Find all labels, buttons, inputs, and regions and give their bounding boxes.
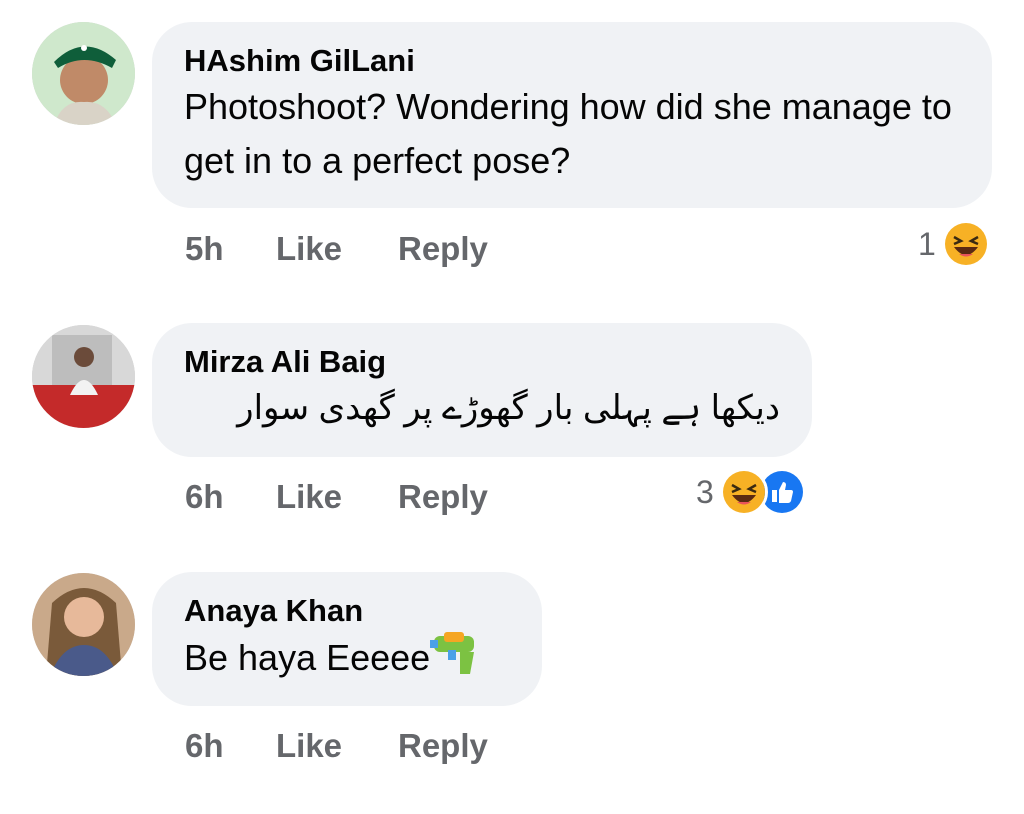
comment-timestamp[interactable]: 6h — [185, 478, 224, 516]
comment-timestamp[interactable]: 5h — [185, 230, 224, 268]
water-pistol-icon — [430, 630, 482, 676]
reaction-count: 1 — [918, 225, 936, 262]
comment-timestamp[interactable]: 6h — [185, 727, 224, 765]
like-button[interactable]: Like — [276, 230, 342, 268]
like-button[interactable]: Like — [276, 727, 342, 765]
comment-text: Photoshoot? Wondering how did she manage… — [184, 86, 952, 181]
reply-button[interactable]: Reply — [398, 478, 488, 516]
comment-bubble: Anaya Khan Be haya Eeeee — [152, 572, 542, 706]
comment-bubble: HAshim GilLani Photoshoot? Wondering how… — [152, 22, 992, 208]
avatar[interactable] — [32, 22, 135, 125]
comment-bubble: Mirza Ali Baig دیکھا ہے پہلی بار گھوڑے پ… — [152, 323, 812, 457]
avatar[interactable] — [32, 573, 135, 676]
comment-author[interactable]: Anaya Khan — [184, 592, 510, 630]
comment-author[interactable]: HAshim GilLani — [184, 42, 960, 80]
comment-text: دیکھا ہے پہلی بار گھوڑے پر گھدی سوار — [237, 389, 780, 427]
reply-button[interactable]: Reply — [398, 230, 488, 268]
reply-button[interactable]: Reply — [398, 727, 488, 765]
reaction-summary[interactable]: 1 — [918, 220, 990, 268]
comment-author[interactable]: Mirza Ali Baig — [184, 343, 780, 381]
avatar[interactable] — [32, 325, 135, 428]
reaction-count: 3 — [696, 473, 714, 510]
haha-icon — [941, 220, 990, 268]
comment-text: Be haya Eeeee — [184, 637, 431, 678]
like-button[interactable]: Like — [276, 478, 342, 516]
reaction-summary[interactable]: 3 — [696, 468, 806, 516]
comment-text-row: Be haya Eeeee — [184, 630, 510, 685]
haha-icon — [719, 468, 768, 516]
